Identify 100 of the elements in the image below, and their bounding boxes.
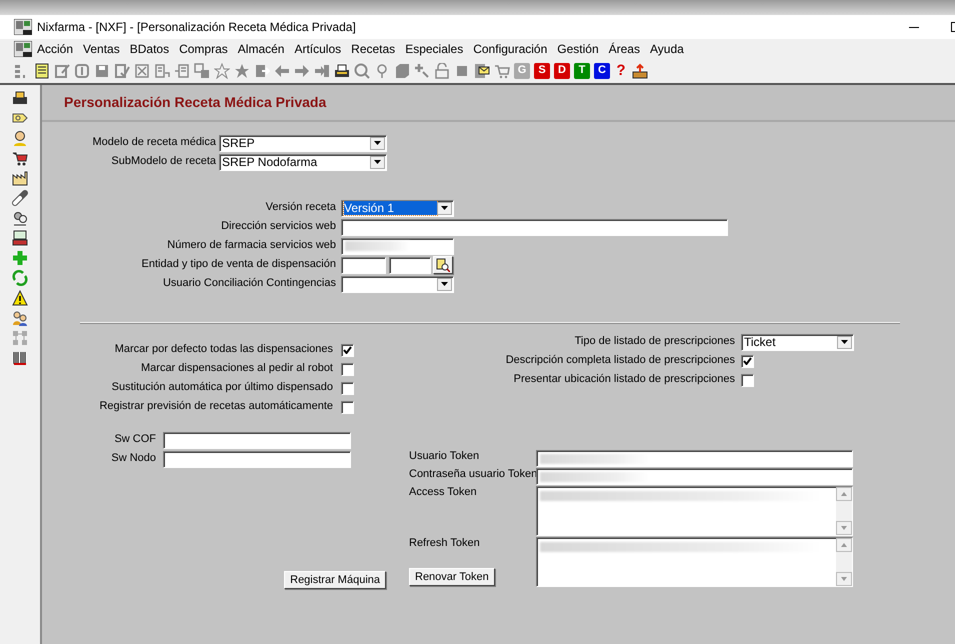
menu-item[interactable]: Compras [174,42,233,56]
checkbox[interactable] [741,374,754,386]
printer-icon[interactable] [12,90,28,106]
document-icon[interactable] [34,63,50,79]
field-label: Access Token [409,486,478,500]
dropdown[interactable]: Ticket [741,334,854,350]
field-label: Contraseña usuario Token [409,468,536,482]
dropdown[interactable]: SREP Nodofarma [219,154,387,170]
field-label: Tipo de listado de prescripciones [574,335,735,349]
star-outline-icon[interactable] [214,63,230,79]
field-label: Usuario Token [409,450,480,464]
field-label: Número de farmacia servicios web [166,239,336,253]
plus-arrow-icon[interactable] [414,63,430,79]
text-area[interactable] [536,486,853,536]
text-field[interactable] [341,256,386,274]
checkbox[interactable] [341,400,354,414]
import-icon[interactable] [254,63,270,79]
letter-button[interactable]: C [594,63,610,79]
menu-item[interactable]: Acción [32,42,78,56]
save-icon[interactable] [94,63,110,79]
menu-item[interactable]: Artículos [289,42,346,56]
copy-icon[interactable] [194,63,210,79]
app-logo-icon [14,41,32,57]
menu-item[interactable]: Configuración [468,42,552,56]
letter-button[interactable]: D [554,63,570,79]
text-area[interactable] [536,537,853,587]
field-label: SubModelo de receta [110,155,216,169]
menu-item[interactable]: Gestión [552,42,604,56]
users-icon[interactable] [12,310,28,326]
text-field[interactable] [341,218,728,236]
cart-icon[interactable] [12,150,28,166]
dropdown-arrow-icon [440,206,449,210]
text-field[interactable] [163,432,351,448]
star-icon[interactable] [234,63,250,79]
checkbox[interactable] [341,362,354,376]
lock-icon[interactable] [434,63,450,79]
field-label: Sw COF [113,433,156,447]
factory-icon[interactable] [12,170,28,186]
shape-icon[interactable] [394,63,410,79]
text-field[interactable] [163,450,351,468]
people-icon[interactable] [12,210,28,226]
printer-icon[interactable] [334,63,350,79]
menu-item[interactable]: Ayuda [644,42,689,56]
checkbox[interactable] [341,382,354,394]
text-field[interactable] [341,238,454,254]
dropdown[interactable]: SREP [219,134,387,152]
help-button[interactable]: ? [614,62,628,80]
field-label: Versión receta [264,201,336,215]
menu-item[interactable]: Especiales [400,42,468,56]
warning-icon[interactable] [12,290,28,306]
text-field[interactable] [536,468,853,485]
arrow-left-icon[interactable] [274,63,290,79]
field-label: Modelo de receta médica [91,136,216,150]
dropdown[interactable]: Versión 1 [341,200,454,216]
list-icon[interactable] [174,63,190,79]
register-machine-button[interactable]: Registrar Máquina [284,571,386,589]
checkbox[interactable] [741,354,754,368]
maximize-icon[interactable] [951,21,955,33]
letter-button[interactable]: S [534,63,550,79]
menu-item[interactable]: Áreas [604,42,645,56]
window-title: Nixfarma - [NXF] - [Personalización Receta Médica Privada] [37,20,357,34]
field-label: Marcar por defecto todas las dispensaciones [114,343,333,357]
checklist-icon[interactable] [114,63,130,79]
lookup-button[interactable] [433,256,453,274]
menu-item[interactable]: Recetas [346,42,400,56]
lookup-icon [436,258,450,272]
renew-token-button[interactable]: Renovar Token [409,568,495,586]
list-icon[interactable] [154,63,170,79]
field-label: Registrar previsión de recetas automáticamente [98,400,333,414]
text-field[interactable] [389,256,431,274]
field-label: Dirección servicios web [220,220,336,234]
page-title: Personalización Receta Médica Privada [64,94,326,111]
field-label: Sw Nodo [110,452,156,466]
person-icon[interactable] [12,130,28,146]
menu-item[interactable]: Almacén [232,42,290,56]
pill-icon[interactable] [12,190,28,206]
field-label: Sustitución automática por último dispensado [110,381,333,395]
field-label: Presentar ubicación listado de prescripciones [512,373,735,387]
check-icon [343,346,352,354]
dropdown[interactable] [341,276,454,292]
cancel-icon[interactable] [134,63,150,79]
dropdown-arrow-icon [440,282,449,286]
menu-item[interactable]: Ventas [78,42,125,56]
field-label: Marcar dispensaciones al pedir al robot [140,362,333,376]
field-label: Descripción completa listado de prescripciones [504,354,735,368]
letter-button[interactable]: T [574,63,590,79]
dropdown-arrow-icon [840,340,849,344]
check-icon [743,357,752,365]
arrow-right-icon[interactable] [294,63,310,79]
register-icon[interactable] [12,230,28,246]
field-label: Usuario Conciliación Contingencias [162,277,336,291]
text-field[interactable] [536,450,853,467]
envelope-icon[interactable] [474,63,490,79]
field-label: Entidad y tipo de venta de dispensación [140,258,336,272]
barcode-icon[interactable] [12,350,28,366]
app-logo-icon [14,19,32,35]
checkbox[interactable] [341,344,354,356]
upload-box-icon[interactable] [632,63,648,79]
dropdown-arrow-icon [373,140,382,146]
menu-item[interactable]: BDatos [124,42,174,56]
